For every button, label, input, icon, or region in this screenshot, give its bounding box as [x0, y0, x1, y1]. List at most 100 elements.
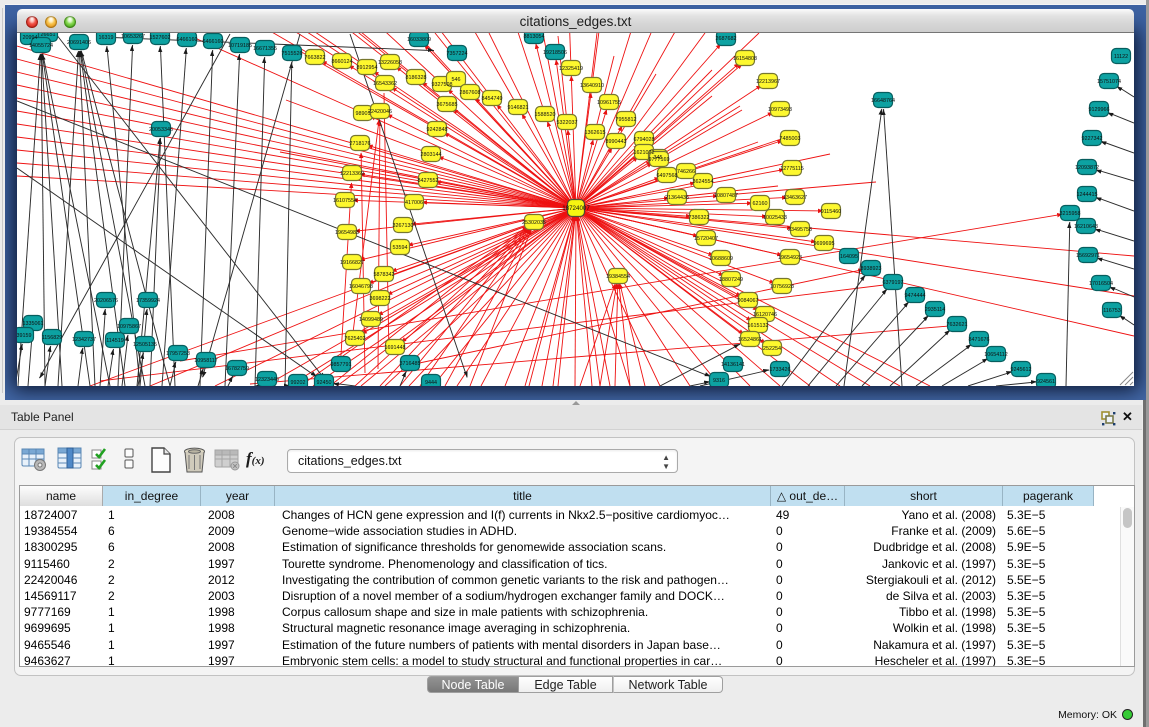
svg-text:12505135: 12505135 — [133, 342, 157, 348]
svg-text:1527602: 1527602 — [150, 35, 171, 41]
svg-text:6497568: 6497568 — [657, 173, 678, 179]
svg-text:7485003: 7485003 — [780, 136, 801, 142]
svg-text:1733426: 1733426 — [770, 367, 791, 373]
svg-text:8471676: 8471676 — [969, 337, 990, 343]
svg-text:19654983: 19654983 — [335, 230, 359, 236]
svg-text:6466160: 6466160 — [177, 37, 198, 43]
svg-text:8454749: 8454749 — [482, 96, 503, 102]
svg-text:10807487: 10807487 — [714, 193, 738, 199]
svg-text:9242848: 9242848 — [427, 127, 448, 133]
svg-text:20994: 20994 — [23, 35, 38, 41]
svg-text:17957253: 17957253 — [166, 351, 190, 357]
svg-text:6379197: 6379197 — [883, 280, 904, 286]
svg-text:2935114: 2935114 — [925, 307, 946, 313]
svg-text:746266: 746266 — [677, 169, 695, 175]
svg-text:9474444: 9474444 — [905, 293, 926, 299]
svg-text:9699695: 9699695 — [814, 241, 835, 247]
svg-text:9857791: 9857791 — [331, 362, 352, 368]
svg-text:19654923: 19654923 — [778, 255, 802, 261]
svg-text:116753: 116753 — [1103, 308, 1121, 314]
svg-text:5322037: 5322037 — [557, 120, 578, 126]
svg-text:16120746: 16120746 — [753, 312, 777, 318]
svg-text:18724007: 18724007 — [562, 205, 590, 212]
svg-text:14099489: 14099489 — [359, 317, 383, 323]
svg-text:15751074: 15751074 — [1097, 79, 1121, 85]
svg-text:1588520: 1588520 — [535, 112, 556, 118]
svg-text:15692971: 15692971 — [1076, 253, 1100, 259]
svg-text:19166827: 19166827 — [340, 260, 364, 266]
svg-text:10975867: 10975867 — [117, 324, 141, 330]
svg-text:20206576: 20206576 — [94, 298, 118, 304]
svg-text:8912954: 8912954 — [357, 65, 378, 71]
svg-text:15720407: 15720407 — [694, 236, 718, 242]
svg-text:8427552: 8427552 — [418, 178, 439, 184]
svg-text:2803144: 2803144 — [421, 152, 442, 158]
svg-text:1335061: 1335061 — [23, 321, 44, 327]
svg-text:7515526: 7515526 — [282, 51, 303, 57]
svg-text:7632621: 7632621 — [947, 322, 968, 328]
svg-text:3624554: 3624554 — [693, 179, 714, 185]
svg-text:18807249: 18807249 — [719, 277, 743, 283]
svg-text:9115460: 9115460 — [821, 209, 842, 215]
svg-text:12325419: 12325419 — [559, 66, 583, 72]
svg-text:16154808: 16154808 — [733, 56, 757, 62]
svg-text:2718176: 2718176 — [350, 141, 371, 147]
svg-text:1615132: 1615132 — [748, 323, 769, 329]
svg-text:7663822: 7663822 — [305, 55, 326, 61]
svg-text:1362615: 1362615 — [585, 130, 606, 136]
svg-text:6466160: 6466160 — [203, 39, 224, 45]
svg-text:16107554: 16107554 — [333, 198, 357, 204]
svg-text:17359924: 17359924 — [136, 298, 160, 304]
svg-text:3675685: 3675685 — [437, 102, 458, 108]
svg-text:19218506: 19218506 — [543, 50, 567, 56]
svg-text:12775115: 12775115 — [780, 166, 804, 172]
svg-text:16033809: 16033809 — [407, 37, 431, 43]
svg-text:7955812: 7955812 — [616, 117, 637, 123]
svg-text:10688609: 10688609 — [709, 256, 733, 262]
svg-text:14055724: 14055724 — [29, 43, 53, 49]
svg-text:10973493: 10973493 — [768, 107, 792, 113]
svg-text:1244415: 1244415 — [1077, 192, 1098, 198]
svg-text:8813054: 8813054 — [524, 34, 545, 40]
svg-text:99202: 99202 — [291, 380, 306, 386]
svg-text:6794028: 6794028 — [634, 137, 655, 143]
svg-text:9245612: 9245612 — [1011, 367, 1032, 373]
svg-text:21364436: 21364436 — [665, 195, 689, 201]
svg-text:2867608: 2867608 — [460, 90, 481, 96]
svg-text:924561: 924561 — [1037, 379, 1055, 385]
svg-text:164095: 164095 — [840, 254, 858, 260]
svg-text:10719185: 10719185 — [228, 43, 252, 49]
svg-text:546: 546 — [452, 77, 461, 83]
svg-text:62160: 62160 — [753, 201, 768, 207]
svg-text:8660124: 8660124 — [332, 59, 353, 65]
svg-text:9227342: 9227342 — [1082, 136, 1103, 142]
svg-text:17016504: 17016504 — [1089, 281, 1113, 287]
svg-text:9129966: 9129966 — [1089, 107, 1110, 113]
svg-text:53594: 53594 — [393, 245, 408, 251]
svg-text:5878342: 5878342 — [374, 272, 395, 278]
svg-text:114519: 114519 — [106, 338, 124, 344]
svg-text:14136141: 14136141 — [721, 362, 745, 368]
svg-text:7386322: 7386322 — [689, 215, 710, 221]
svg-text:7625402: 7625402 — [345, 336, 366, 342]
svg-text:3698222: 3698222 — [370, 296, 391, 302]
svg-text:13226058: 13226058 — [378, 60, 402, 66]
svg-text:16543362: 16543362 — [373, 81, 397, 87]
svg-text:1691448: 1691448 — [385, 345, 406, 351]
svg-text:12093872: 12093872 — [1075, 165, 1099, 171]
svg-text:39159: 39159 — [17, 333, 32, 339]
svg-text:10756928: 10756928 — [770, 284, 794, 290]
svg-text:23495758: 23495758 — [788, 227, 812, 233]
svg-text:10025433: 10025433 — [763, 215, 787, 221]
svg-text:9777169: 9777169 — [649, 157, 670, 163]
svg-text:7357224: 7357224 — [447, 51, 468, 57]
svg-text:8990443: 8990443 — [606, 139, 627, 145]
svg-text:13640910: 13640910 — [580, 83, 604, 89]
svg-text:10958117: 10958117 — [194, 358, 218, 364]
svg-text:16671355: 16671355 — [253, 46, 277, 52]
svg-text:11122: 11122 — [1114, 54, 1128, 60]
svg-text:1156829: 1156829 — [42, 335, 63, 341]
svg-text:16782759: 16782759 — [225, 366, 249, 372]
svg-text:16648764: 16648764 — [871, 98, 895, 104]
svg-text:20053346: 20053346 — [149, 127, 173, 133]
